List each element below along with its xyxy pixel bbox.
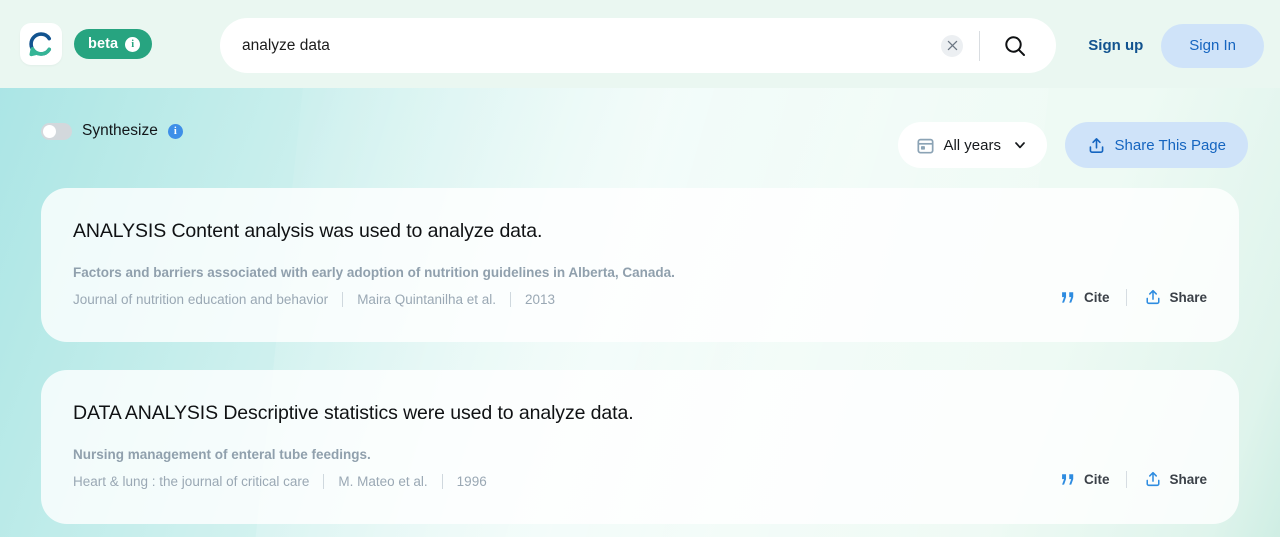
result-paper-title[interactable]: Nursing management of enteral tube feedi… [73, 447, 1207, 462]
quote-icon [1062, 291, 1074, 303]
sign-in-button[interactable]: Sign In [1161, 23, 1264, 68]
cite-label: Cite [1083, 471, 1110, 487]
beta-label: beta [88, 36, 119, 52]
share-result-button[interactable]: Share [1144, 288, 1207, 306]
auth-actions: Sign up Sign In [1078, 18, 1264, 73]
result-actions: Cite Share [1060, 470, 1207, 488]
share-result-button[interactable]: Share [1144, 470, 1207, 488]
synthesize-label: Synthesize [82, 122, 158, 139]
result-year: 2013 [525, 292, 556, 307]
quote-icon [1062, 473, 1074, 485]
sign-up-button[interactable]: Sign up [1078, 29, 1153, 62]
upload-share-icon [1146, 471, 1160, 487]
beta-badge[interactable]: beta i [74, 29, 153, 59]
result-journal: Heart & lung : the journal of critical c… [73, 474, 310, 489]
synthesize-toggle[interactable] [41, 122, 72, 140]
info-icon[interactable]: i [125, 36, 141, 52]
upload-share-icon [1146, 289, 1160, 305]
result-claim: DATA ANALYSIS Descriptive statistics wer… [73, 402, 634, 424]
result-card[interactable]: ANALYSIS Content analysis was used to an… [41, 188, 1239, 342]
clear-search-button[interactable] [941, 34, 963, 57]
consensus-c-logo-icon [29, 32, 51, 57]
share-label: Share [1169, 289, 1207, 305]
search-submit-button[interactable] [1002, 33, 1028, 59]
results-list: ANALYSIS Content analysis was used to an… [41, 188, 1239, 537]
search-bar[interactable] [220, 18, 1056, 73]
app-logo[interactable] [20, 23, 62, 65]
cite-button[interactable]: Cite [1060, 289, 1110, 306]
result-claim: ANALYSIS Content analysis was used to an… [73, 220, 543, 242]
cite-button[interactable]: Cite [1060, 471, 1110, 488]
cite-label: Cite [1083, 289, 1110, 305]
result-authors: M. Mateo et al. [338, 474, 428, 489]
result-authors: Maira Quintanilha et al. [357, 292, 497, 307]
action-divider [1126, 288, 1128, 306]
app-header: beta i Sign up Sign In [0, 0, 1280, 88]
result-meta: Heart & lung : the journal of critical c… [73, 474, 1207, 489]
close-icon [947, 40, 957, 51]
search-icon [1005, 35, 1025, 56]
share-label: Share [1169, 471, 1207, 487]
result-paper-title[interactable]: Factors and barriers associated with ear… [73, 265, 1207, 280]
result-actions: Cite Share [1060, 288, 1207, 306]
toggle-knob [43, 124, 56, 138]
meta-divider [441, 474, 443, 489]
meta-divider [510, 292, 512, 307]
meta-divider [342, 292, 344, 307]
results-toolbar: Synthesize i [0, 88, 1280, 168]
meta-divider [323, 474, 325, 489]
search-divider [979, 30, 980, 61]
result-journal: Journal of nutrition education and behav… [73, 292, 329, 307]
search-input[interactable] [242, 36, 941, 55]
synthesize-control: Synthesize i [41, 122, 183, 140]
action-divider [1126, 470, 1128, 488]
result-card[interactable]: DATA ANALYSIS Descriptive statistics wer… [41, 370, 1239, 524]
info-icon[interactable]: i [167, 123, 183, 139]
result-year: 1996 [456, 474, 487, 489]
result-meta: Journal of nutrition education and behav… [73, 292, 1207, 307]
